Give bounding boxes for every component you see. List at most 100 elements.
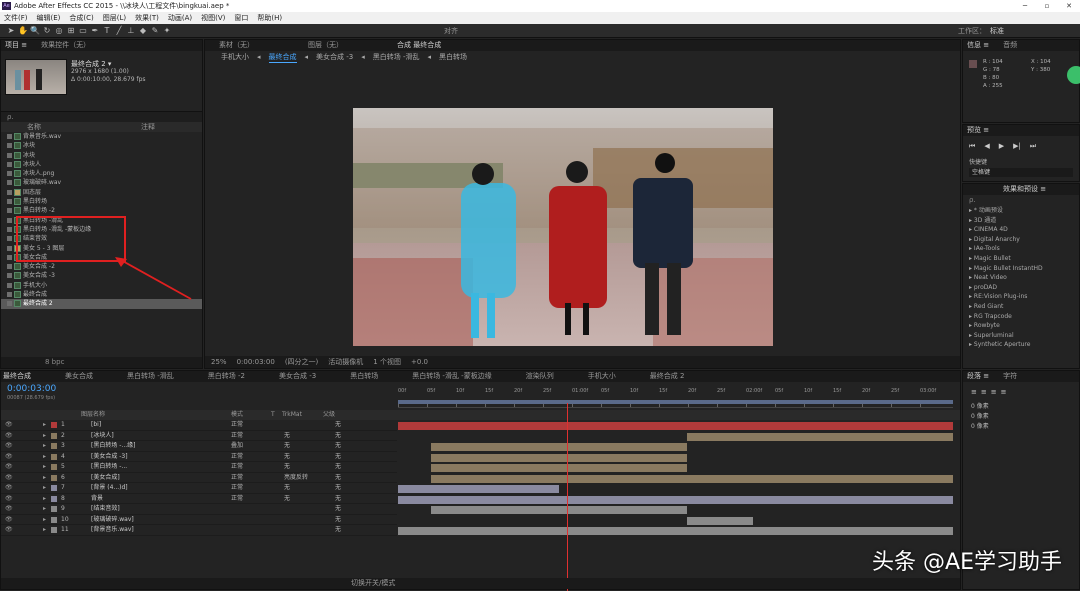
align-left-icon[interactable]: ≡: [971, 388, 977, 396]
layer-name[interactable]: [bi]: [91, 420, 101, 431]
layer-label-color-icon[interactable]: [51, 516, 57, 523]
effect-category[interactable]: ▸ Red Giant: [963, 302, 1079, 312]
timeline-layer-row[interactable]: 👁 ▸ 11 [背景音乐.wav] 无: [1, 525, 397, 536]
layer-parent-select[interactable]: 无: [335, 515, 341, 526]
pan-behind-tool-icon[interactable]: ⊞: [66, 26, 76, 36]
visibility-eye-icon[interactable]: 👁: [5, 441, 13, 452]
menu-item[interactable]: 文件(F): [4, 12, 28, 24]
camera-tool-icon[interactable]: ◎: [54, 26, 64, 36]
column-trkmat[interactable]: TrkMat: [282, 410, 302, 420]
timeline-layer-row[interactable]: 👁 ▸ 8 背景 正常 无 无: [1, 494, 397, 505]
layer-duration-bar[interactable]: [398, 495, 953, 504]
timeline-tab[interactable]: 黑白转场 -滑乱 -蒙板边缘: [412, 371, 492, 382]
work-area-bar[interactable]: [398, 400, 953, 404]
label-color-icon[interactable]: [7, 254, 12, 260]
menu-item[interactable]: 帮助(H): [257, 12, 282, 24]
project-item[interactable]: 冰块人.png: [1, 169, 202, 178]
expand-triangle-icon[interactable]: ▸: [43, 452, 46, 463]
menu-item[interactable]: 合成(C): [69, 12, 93, 24]
label-color-icon[interactable]: [7, 208, 12, 214]
layer-duration-bar[interactable]: [431, 443, 687, 451]
expand-triangle-icon[interactable]: ▸: [43, 525, 46, 536]
expand-triangle-icon[interactable]: ▸: [43, 515, 46, 526]
label-color-icon[interactable]: [7, 217, 12, 223]
views-select[interactable]: 1 个视图: [373, 356, 401, 368]
layer-parent-select[interactable]: 无: [335, 441, 341, 452]
align-right-icon[interactable]: ≡: [991, 388, 997, 396]
expand-triangle-icon[interactable]: ▸: [43, 420, 46, 431]
layer-label-color-icon[interactable]: [51, 506, 57, 512]
layer-duration-bar[interactable]: [431, 464, 687, 472]
timeline-tab[interactable]: 渲染队列: [526, 371, 554, 382]
column-name[interactable]: 名称: [27, 122, 41, 132]
visibility-eye-icon[interactable]: 👁: [5, 504, 13, 515]
tab-effects-presets[interactable]: 效果和预设 ≡: [1003, 184, 1046, 195]
layer-label-color-icon[interactable]: [51, 453, 57, 460]
timeline-tab[interactable]: 最终合成: [3, 371, 31, 382]
layer-trkmat-select[interactable]: 无: [284, 494, 290, 505]
label-color-icon[interactable]: [7, 134, 12, 139]
layer-parent-select[interactable]: 无: [335, 473, 341, 484]
effects-search-input[interactable]: ρ.: [963, 195, 1079, 206]
layer-name[interactable]: [黑白转场 -...缘]: [91, 441, 135, 452]
menu-item[interactable]: 视图(V): [201, 12, 225, 24]
visibility-eye-icon[interactable]: 👁: [5, 431, 13, 442]
zoom-select[interactable]: 25%: [211, 356, 227, 368]
layer-duration-bar[interactable]: [431, 453, 687, 462]
zoom-tool-icon[interactable]: 🔍: [30, 26, 40, 36]
timeline-layer-row[interactable]: 👁 ▸ 3 [黑白转场 -...缘] 叠加 无 无: [1, 441, 397, 452]
label-color-icon[interactable]: [7, 171, 12, 177]
effect-category[interactable]: ▸ proDAD: [963, 283, 1079, 293]
layer-trkmat-select[interactable]: 无: [284, 441, 290, 452]
menu-item[interactable]: 动画(A): [168, 12, 192, 24]
timeline-tab[interactable]: 黑白转场: [350, 371, 378, 382]
label-color-icon[interactable]: [7, 226, 12, 232]
effect-category[interactable]: ▸ Neat Video: [963, 273, 1079, 283]
hand-tool-icon[interactable]: ✋: [18, 26, 28, 36]
effect-category[interactable]: ▸ Magic Bullet InstantHD: [963, 264, 1079, 274]
timeline-layer-row[interactable]: 👁 ▸ 6 [美女合成] 正常 亮度反转 无: [1, 473, 397, 484]
layer-parent-select[interactable]: 无: [335, 452, 341, 463]
layer-label-color-icon[interactable]: [51, 485, 57, 491]
layer-label-color-icon[interactable]: [51, 474, 57, 481]
effect-category[interactable]: ▸ * 动画预设: [963, 206, 1079, 216]
camera-select[interactable]: 活动摄像机: [328, 356, 363, 368]
tab-paragraph[interactable]: 段落 ≡: [967, 371, 989, 382]
column-parent[interactable]: 父级: [323, 410, 335, 420]
align-center-icon[interactable]: ≡: [981, 388, 987, 396]
layer-label-color-icon[interactable]: [51, 432, 57, 439]
indent-left[interactable]: 0 像素: [971, 402, 1079, 412]
layer-label-color-icon[interactable]: [51, 443, 57, 449]
visibility-eye-icon[interactable]: 👁: [5, 483, 13, 494]
playhead[interactable]: [567, 403, 568, 591]
layer-name[interactable]: [结束音效]: [91, 504, 120, 515]
label-color-icon[interactable]: [7, 199, 12, 205]
expand-triangle-icon[interactable]: ▸: [43, 494, 46, 505]
layer-name[interactable]: [美女合成]: [91, 473, 120, 484]
timeline-layer-row[interactable]: 👁 ▸ 2 [冰块人] 正常 无 无: [1, 431, 397, 442]
layer-mode-select[interactable]: 正常: [231, 431, 243, 442]
timeline-tab[interactable]: 最终合成 2: [650, 371, 685, 382]
layer-parent-select[interactable]: 无: [335, 420, 341, 431]
label-color-icon[interactable]: [7, 161, 12, 167]
layer-parent-select[interactable]: 无: [335, 504, 341, 515]
layer-duration-bar[interactable]: [686, 432, 953, 441]
label-color-icon[interactable]: [7, 236, 12, 242]
column-t[interactable]: T: [271, 410, 275, 420]
expand-triangle-icon[interactable]: ▸: [43, 462, 46, 473]
effect-category[interactable]: ▸ 3D 通道: [963, 216, 1079, 226]
space-before[interactable]: 0 像素: [971, 422, 1079, 432]
next-frame-icon[interactable]: ▶|: [1013, 142, 1021, 151]
layer-duration-bar[interactable]: [398, 422, 953, 430]
effect-category[interactable]: ▸ RG Trapcode: [963, 312, 1079, 322]
layer-mode-select[interactable]: 正常: [231, 483, 243, 494]
project-item[interactable]: 玻璃破碎.wav: [1, 178, 202, 187]
visibility-eye-icon[interactable]: 👁: [5, 494, 13, 505]
flow-item[interactable]: 最终合成: [268, 51, 297, 63]
label-color-icon[interactable]: [7, 180, 12, 186]
label-color-icon[interactable]: [7, 301, 12, 307]
expand-triangle-icon[interactable]: ▸: [43, 483, 46, 494]
layer-mode-select[interactable]: 正常: [231, 473, 243, 484]
rectangle-tool-icon[interactable]: ▭: [78, 26, 88, 36]
flow-item[interactable]: 黑白转场: [439, 51, 467, 63]
